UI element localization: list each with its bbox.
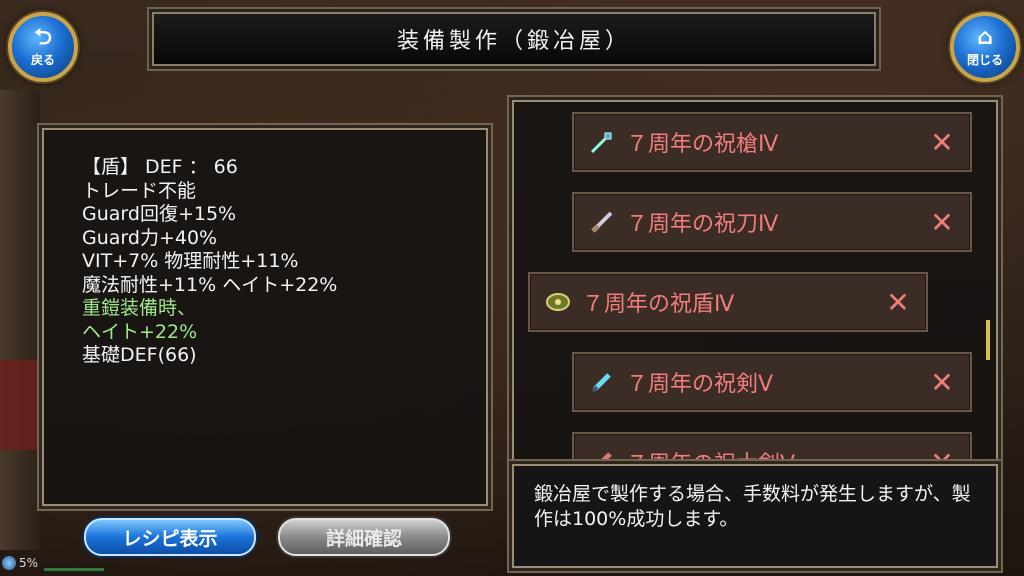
background-wall [0, 90, 40, 550]
stat-line: トレード不能 [82, 179, 197, 202]
page-title: 装備製作（鍛冶屋） [152, 12, 876, 66]
close-button[interactable]: ⌂ 閉じる [950, 12, 1020, 82]
set-bonus-line: 重鎧装備時、 [82, 297, 197, 319]
background-cloth [0, 360, 38, 450]
recipe-list-panel[interactable]: ７周年の祝槍Ⅳ ✕ ７周年の祝刀Ⅳ ✕ ７周年の祝盾Ⅳ ✕ ７周年の祝剣Ⅴ ✕ … [512, 100, 998, 508]
info-message: 鍛冶屋で製作する場合、手数料が発生しますが、製作は100%成功します。 [534, 483, 971, 530]
back-button-label: 戻る [30, 52, 55, 67]
shield-icon [544, 288, 572, 316]
unavailable-x-icon: ✕ [886, 285, 910, 319]
spear-icon [588, 128, 616, 156]
return-arrow-icon: ⮌ [34, 24, 52, 50]
recipe-name: ７周年の祝刀Ⅳ [626, 212, 779, 237]
globe-icon [2, 556, 16, 570]
unavailable-x-icon: ✕ [930, 365, 954, 399]
recipe-item[interactable]: ７周年の祝刀Ⅳ ✕ [572, 192, 972, 252]
info-message-box: 鍛冶屋で製作する場合、手数料が発生しますが、製作は100%成功します。 [512, 464, 998, 568]
recipe-name: ７周年の祝盾Ⅳ [582, 292, 735, 317]
unavailable-x-icon: ✕ [930, 125, 954, 159]
recipe-list-scrollbar[interactable] [986, 320, 990, 360]
unavailable-x-icon: ✕ [930, 205, 954, 239]
back-button[interactable]: ⮌ 戻る [8, 12, 78, 82]
status-progress-bar [44, 568, 104, 571]
item-detail-panel: 【盾】 DEF ： 66 トレード不能 Guard回復+15% Guard力+4… [42, 128, 488, 506]
stat-line: VIT+7% 物理耐性+11% [82, 250, 299, 272]
close-button-label: 閉じる [966, 52, 1003, 67]
recipe-item[interactable]: ７周年の祝剣Ⅴ ✕ [572, 352, 972, 412]
stat-line: 【盾】 DEF ： 66 [82, 156, 238, 178]
recipe-item-selected[interactable]: ７周年の祝盾Ⅳ ✕ [528, 272, 928, 332]
recipe-item[interactable]: ７周年の祝槍Ⅳ ✕ [572, 112, 972, 172]
katana-icon [588, 208, 616, 236]
stat-line: 魔法耐性+11% ヘイト+22% [82, 273, 338, 296]
set-bonus-line: ヘイト+22% [82, 320, 198, 343]
recipe-name: ７周年の祝槍Ⅳ [626, 132, 779, 157]
show-recipe-button[interactable]: レシピ表示 [84, 518, 256, 556]
stat-line: Guard力+40% [82, 226, 218, 249]
status-percent: 5% [19, 556, 39, 570]
home-icon: ⌂ [977, 24, 993, 50]
item-stats: 【盾】 DEF ： 66 トレード不能 Guard回復+15% Guard力+4… [82, 156, 337, 368]
detail-check-button[interactable]: 詳細確認 [278, 518, 450, 556]
sword-icon [588, 368, 616, 396]
base-def-line: 基礎DEF(66) [82, 344, 197, 366]
status-indicator: 5% [2, 556, 38, 570]
stat-line: Guard回復+15% [82, 203, 237, 225]
recipe-name: ７周年の祝剣Ⅴ [626, 372, 774, 397]
